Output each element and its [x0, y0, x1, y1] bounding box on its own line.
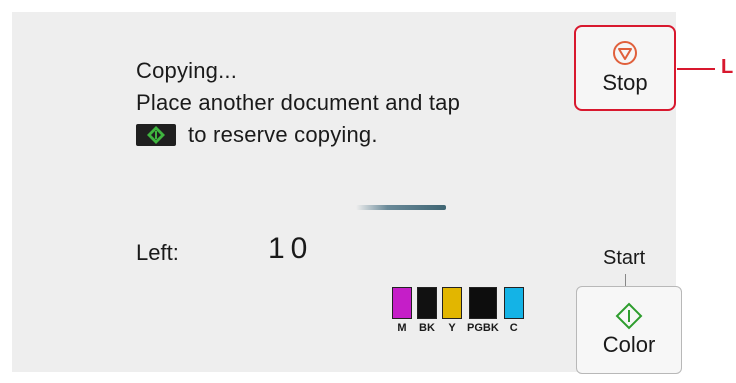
remaining-value: 10: [268, 232, 314, 265]
ink-label: C: [509, 322, 518, 334]
ink-box: [442, 287, 462, 319]
message-line-3: to reserve copying.: [136, 119, 460, 151]
ink-y: Y: [442, 287, 462, 334]
ink-bk: BK: [417, 287, 437, 334]
ink-box: [503, 287, 524, 319]
stop-button[interactable]: Stop: [574, 25, 676, 111]
color-start-button[interactable]: Color: [576, 286, 682, 374]
ink-levels: M BK Y PGBK C: [392, 287, 524, 334]
callout-letter: L: [721, 56, 734, 78]
status-message: Copying... Place another document and ta…: [136, 55, 460, 151]
ink-label: Y: [448, 322, 456, 334]
progress-indicator: [356, 205, 446, 210]
stop-icon: [613, 41, 637, 65]
ink-label: PGBK: [467, 322, 499, 334]
start-label: Start: [603, 247, 646, 269]
stop-button-label: Stop: [602, 70, 648, 95]
start-connector: [625, 274, 626, 286]
start-diamond-icon: [136, 124, 176, 146]
color-button-label: Color: [602, 332, 656, 357]
message-line-2: Place another document and tap: [136, 90, 461, 115]
message-line-3-text: to reserve copying.: [188, 122, 378, 147]
ink-box: [392, 287, 412, 319]
ink-label: BK: [419, 322, 435, 334]
ink-m: M: [392, 287, 412, 334]
ink-pgbk: PGBK: [467, 287, 499, 334]
ink-c: C: [503, 287, 524, 334]
ink-box: [468, 287, 497, 319]
start-diamond-icon: [615, 302, 643, 330]
remaining-label: Left:: [136, 240, 179, 265]
message-line-1: Copying...: [136, 58, 238, 83]
ink-box: [417, 287, 437, 319]
callout-line: [677, 68, 715, 70]
ink-label: M: [397, 322, 407, 334]
